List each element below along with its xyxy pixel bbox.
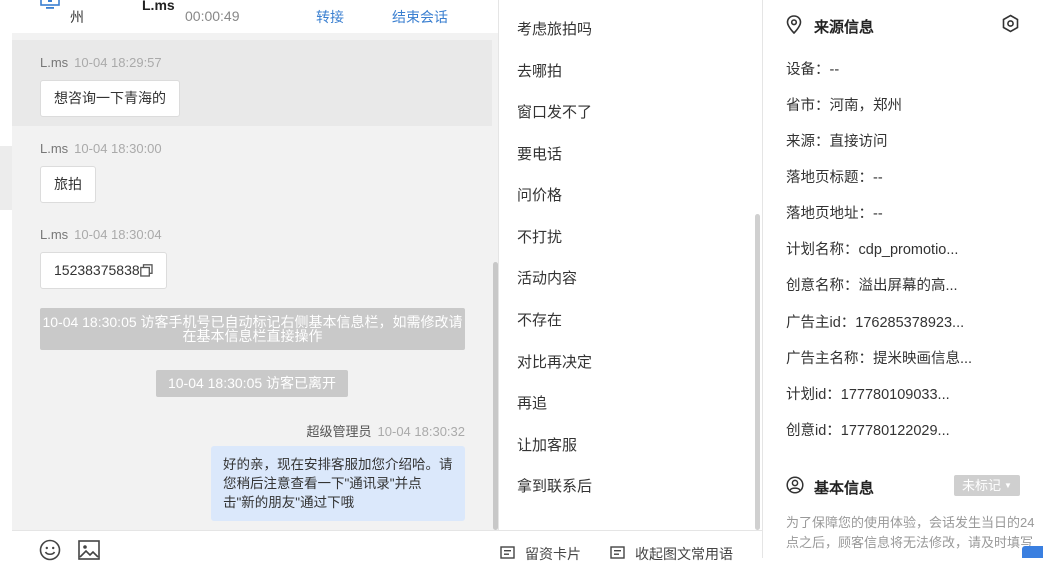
info-row-advertiser-id: 广告主id：176285378923...: [786, 315, 965, 331]
phrase-item[interactable]: 不存在: [517, 309, 562, 330]
phrase-item[interactable]: 窗口发不了: [517, 101, 592, 122]
visitor-city: 州: [70, 9, 84, 25]
message-meta: L.ms 10-04 18:30:04: [40, 227, 162, 242]
phrase-item[interactable]: 问价格: [517, 184, 562, 205]
basic-info-note: 为了保障您的使用体验，会话发生当日的24点之后，顾客信息将无法修改，请及时填写: [786, 515, 1035, 550]
chat-input-toolbar: 留资卡片 收起图文常用语: [12, 530, 762, 562]
collapse-phrases-button[interactable]: 收起图文常用语: [635, 544, 733, 564]
caret-down-icon: ▼: [1004, 481, 1012, 490]
monitor-icon: [40, 0, 60, 9]
info-row-device: 设备：--: [786, 62, 840, 78]
phrase-item[interactable]: 不打扰: [517, 226, 562, 247]
visitor-info-panel: 来源信息 设备：-- 省市：河南，郑州 来源：直接访问 落地页标题：-- 落地页…: [762, 0, 1043, 558]
info-row-landing-url: 落地页地址：--: [786, 206, 883, 222]
message-sender: L.ms: [40, 55, 69, 70]
basic-info-title: 基本信息: [814, 480, 875, 497]
left-edge-active-marker: [0, 146, 12, 210]
settings-hexagon-icon[interactable]: [1001, 14, 1020, 33]
message-sender: L.ms: [40, 141, 69, 156]
card-icon: [500, 546, 515, 559]
info-row-creative-id: 创意id：177780122029...: [786, 423, 950, 439]
system-notice-visitor-left: 10-04 18:30:05 访客已离开: [156, 370, 348, 397]
agent-message-bubble: 好的亲，现在安排客服加您介绍哈。请您稍后注意查看一下"通讯录"并点击"新的朋友"…: [211, 446, 465, 521]
info-row-plan-id: 计划id：177780109033...: [786, 387, 950, 403]
chat-panel: 州 L.ms 00:00:49 转接 结束会话 L.ms 10-04 18:29:…: [12, 0, 498, 530]
lead-card-button[interactable]: 留资卡片: [525, 544, 581, 564]
location-pin-icon: [786, 15, 802, 34]
user-circle-icon: [786, 476, 804, 494]
message-bubble: 想咨询一下青海的: [40, 80, 180, 117]
message-meta: L.ms 10-04 18:29:57: [40, 55, 162, 70]
message-bubble: 15238375838: [40, 252, 167, 289]
message-meta: L.ms 10-04 18:30:00: [40, 141, 162, 156]
system-notice-phone-marked: 10-04 18:30:05 访客手机号已自动标记右侧基本信息栏，如需修改请在基…: [40, 308, 465, 350]
agent-message-meta: 超级管理员 10-04 18:30:32: [291, 421, 465, 440]
phrase-scrollbar[interactable]: [755, 214, 760, 530]
phrase-item[interactable]: 去哪拍: [517, 60, 562, 81]
info-row-province-city: 省市：河南，郑州: [786, 98, 902, 114]
quick-phrase-list: 考虑旅拍吗 去哪拍 窗口发不了 要电话 问价格 不打扰 活动内容 不存在 对比再…: [498, 0, 763, 530]
mark-status-label: 未标记: [962, 478, 1002, 493]
info-row-creative-name: 创意名称：溢出屏幕的高...: [786, 278, 958, 294]
source-info-title: 来源信息: [814, 19, 875, 36]
info-row-landing-title: 落地页标题：--: [786, 170, 883, 186]
message-sender: L.ms: [40, 227, 69, 242]
info-row-source: 来源：直接访问: [786, 134, 888, 150]
phrase-item[interactable]: 再追: [517, 392, 547, 413]
message-time: 10-04 18:30:00: [74, 141, 162, 156]
phrase-item[interactable]: 拿到联系后: [517, 475, 592, 496]
phrase-item[interactable]: 要电话: [517, 143, 562, 164]
phrase-item[interactable]: 考虑旅拍吗: [517, 18, 592, 39]
end-session-button[interactable]: 结束会话: [392, 7, 448, 27]
agent-sender: 超级管理员: [306, 424, 372, 439]
phrase-item[interactable]: 对比再决定: [517, 351, 592, 372]
visitor-name: L.ms: [142, 0, 175, 13]
agent-message-time: 10-04 18:30:32: [377, 424, 465, 439]
transfer-button[interactable]: 转接: [316, 7, 344, 27]
message-time: 10-04 18:30:04: [74, 227, 162, 242]
message-bubble: 旅拍: [40, 166, 96, 203]
image-icon[interactable]: [78, 540, 100, 560]
phrase-item[interactable]: 活动内容: [517, 267, 577, 288]
copy-icon[interactable]: [139, 264, 153, 277]
session-duration: 00:00:49: [185, 8, 240, 24]
floating-action-button[interactable]: [1022, 546, 1043, 558]
phrase-list-icon: [610, 546, 625, 559]
message-text: 15238375838: [54, 262, 140, 278]
chat-header: 州 L.ms 00:00:49 转接 结束会话: [12, 0, 498, 33]
info-row-advertiser-name: 广告主名称：提米映画信息...: [786, 351, 973, 367]
message-time: 10-04 18:29:57: [74, 55, 162, 70]
mark-status-dropdown[interactable]: 未标记 ▼: [954, 475, 1020, 496]
phrase-item[interactable]: 让加客服: [517, 434, 577, 455]
info-row-plan-name: 计划名称：cdp_promotio...: [786, 242, 959, 258]
